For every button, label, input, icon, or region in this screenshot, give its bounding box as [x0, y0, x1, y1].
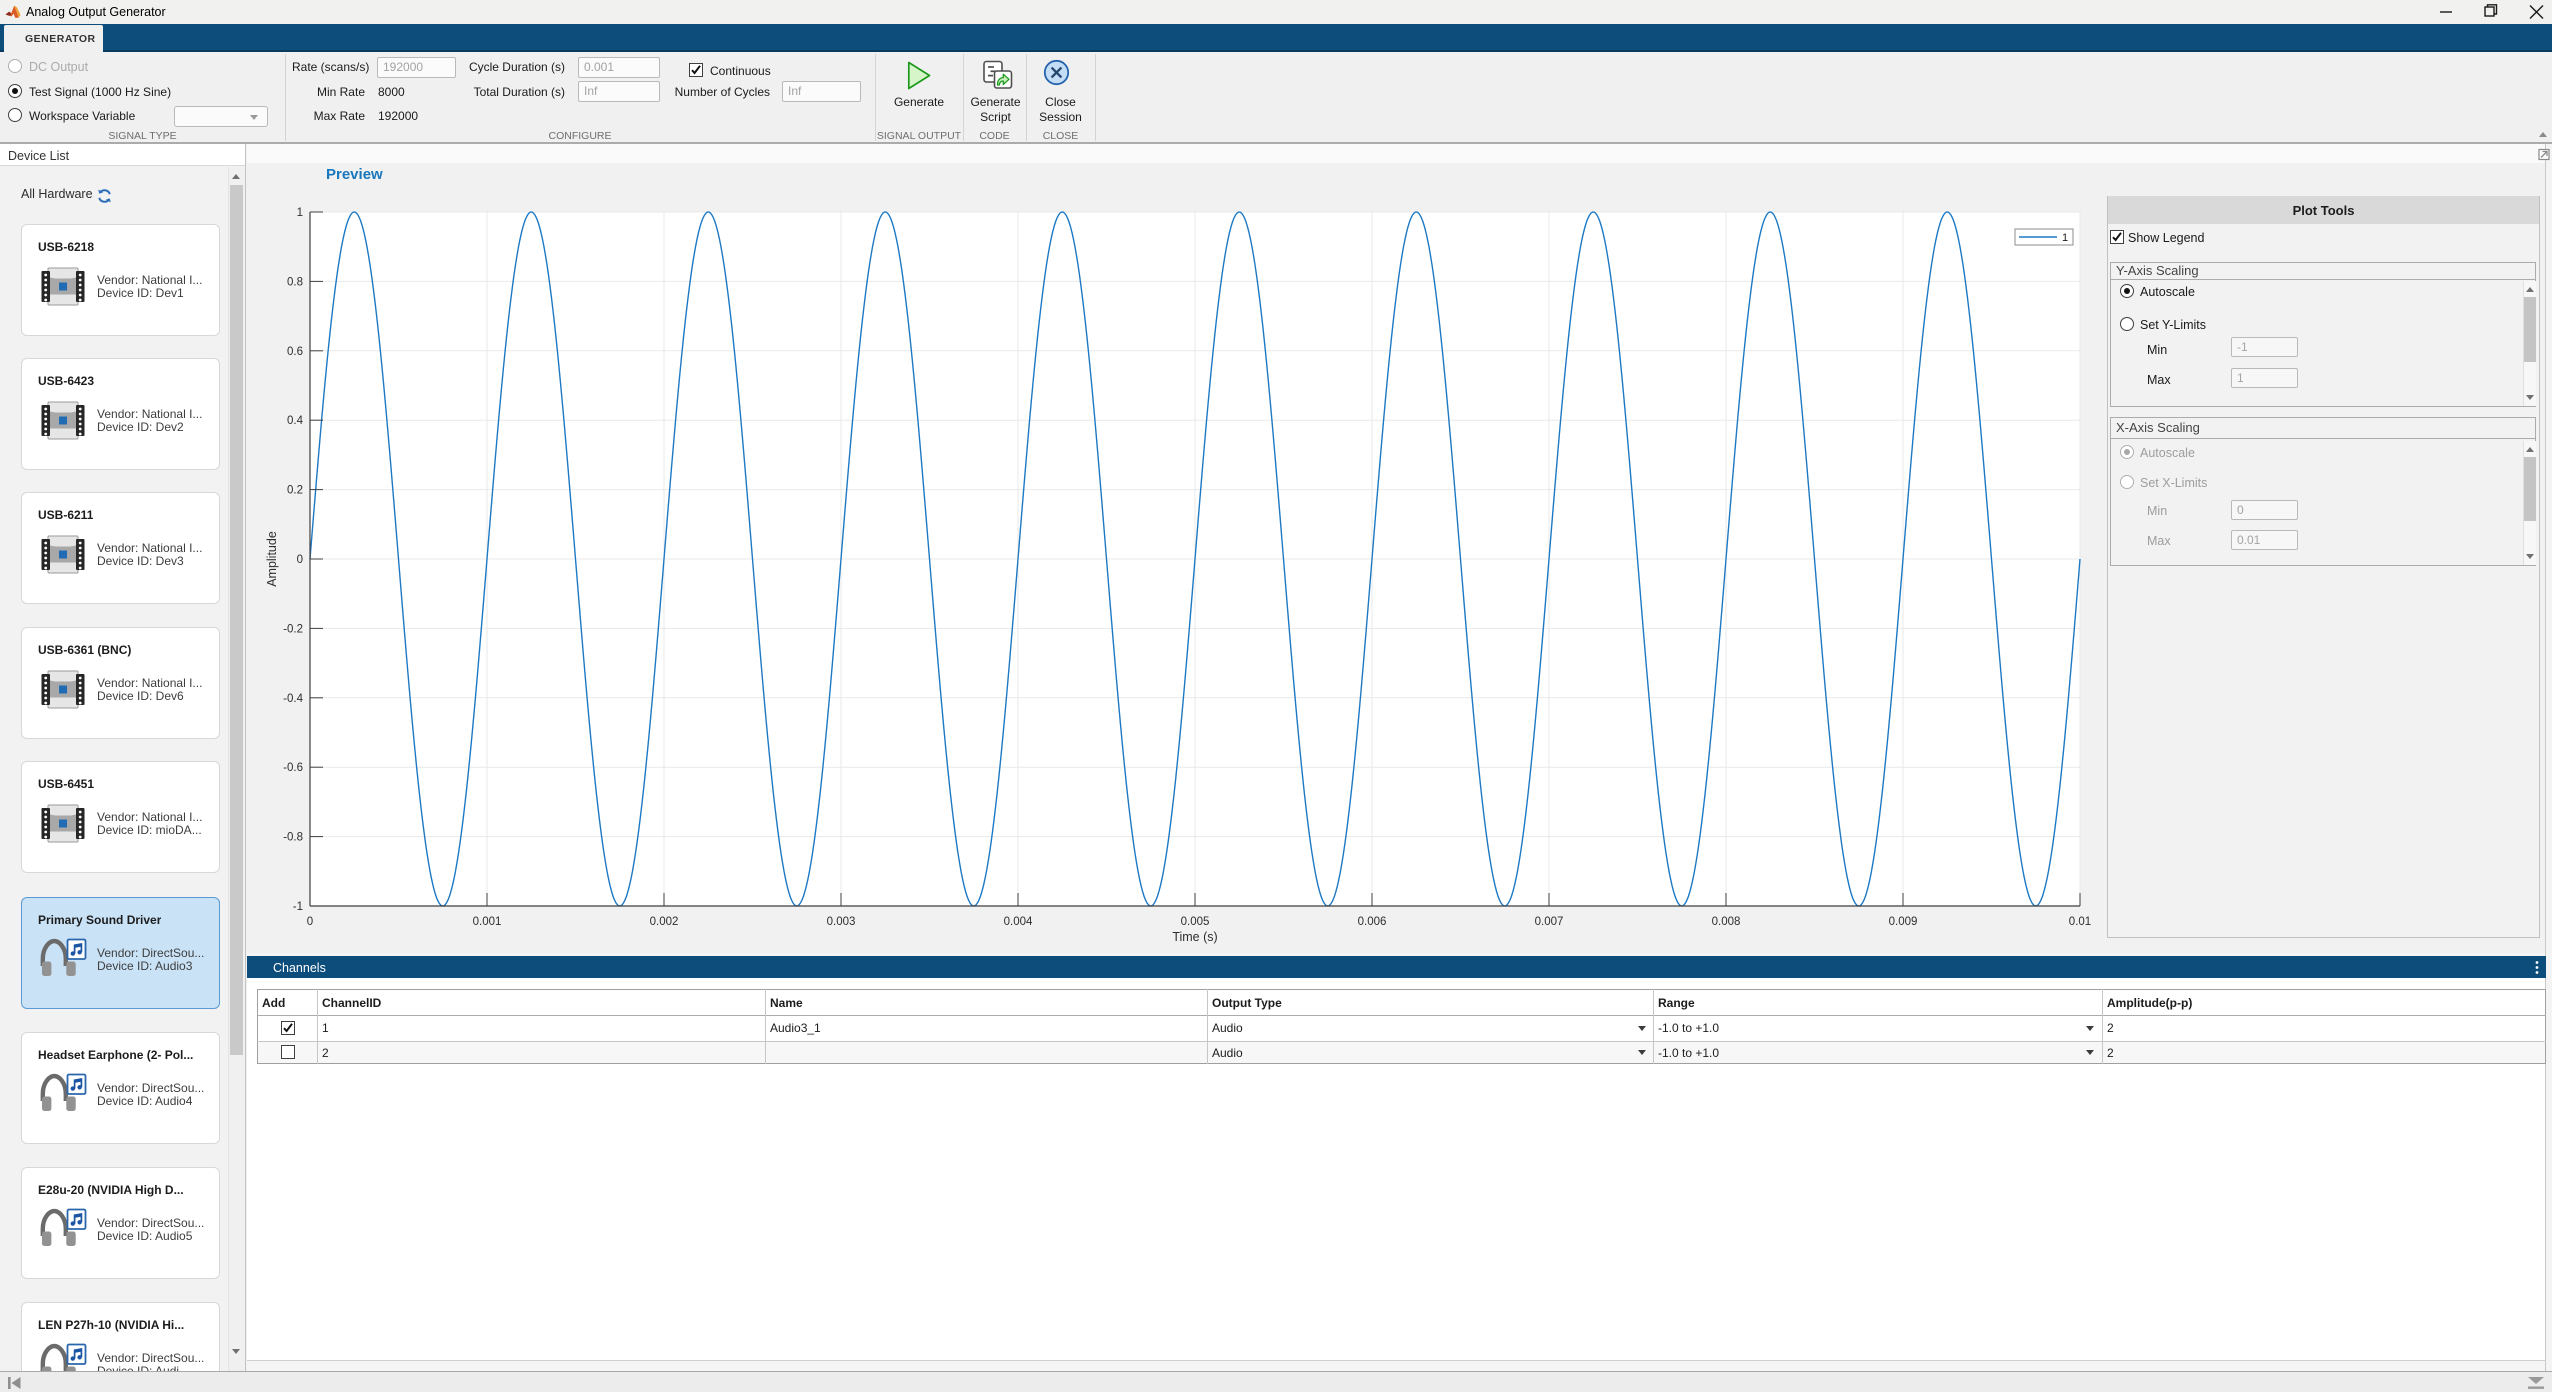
svg-text:1: 1 — [2062, 232, 2068, 244]
svg-text:0.008: 0.008 — [1712, 916, 1741, 928]
svg-text:0.6: 0.6 — [287, 346, 303, 358]
svg-text:0.009: 0.009 — [1889, 916, 1918, 928]
svg-text:0.001: 0.001 — [473, 916, 502, 928]
svg-text:0: 0 — [297, 554, 303, 566]
svg-text:0.002: 0.002 — [650, 916, 679, 928]
svg-text:-0.4: -0.4 — [283, 693, 303, 705]
svg-text:0.007: 0.007 — [1535, 916, 1564, 928]
svg-text:0.2: 0.2 — [287, 485, 303, 497]
svg-text:Amplitude: Amplitude — [265, 531, 279, 587]
svg-text:-0.6: -0.6 — [283, 762, 303, 774]
svg-text:0: 0 — [307, 916, 313, 928]
svg-text:0.003: 0.003 — [827, 916, 856, 928]
svg-text:0.01: 0.01 — [2069, 916, 2091, 928]
svg-text:0.005: 0.005 — [1181, 916, 1210, 928]
svg-text:-1: -1 — [293, 901, 303, 913]
svg-text:-0.8: -0.8 — [283, 832, 303, 844]
svg-text:0.8: 0.8 — [287, 276, 303, 288]
svg-text:0.4: 0.4 — [287, 415, 304, 427]
svg-text:Time (s): Time (s) — [1172, 930, 1217, 944]
svg-text:-0.2: -0.2 — [283, 623, 303, 635]
svg-text:0.004: 0.004 — [1004, 916, 1033, 928]
svg-text:0.006: 0.006 — [1358, 916, 1387, 928]
svg-text:1: 1 — [297, 207, 303, 219]
